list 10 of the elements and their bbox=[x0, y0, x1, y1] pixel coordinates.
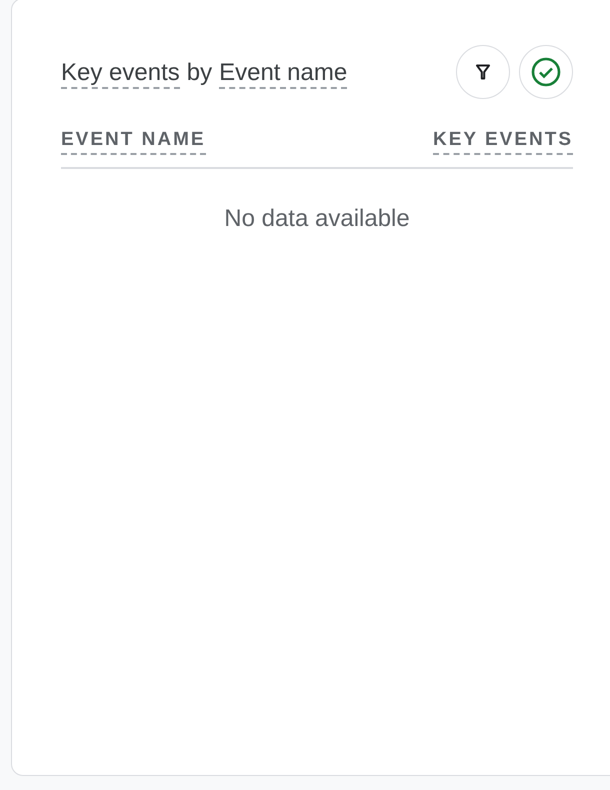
filter-button[interactable] bbox=[456, 45, 510, 99]
title-metric[interactable]: Key events bbox=[61, 59, 180, 89]
empty-message: No data available bbox=[224, 204, 410, 234]
title-text: by bbox=[186, 59, 212, 87]
column-header[interactable]: KEY EVENTS bbox=[432, 127, 573, 155]
title-metric[interactable]: Event name bbox=[219, 59, 348, 89]
check-circle-icon bbox=[531, 57, 561, 87]
column-header[interactable]: EVENT NAME bbox=[61, 127, 206, 155]
filter-icon bbox=[476, 64, 490, 80]
compare-button[interactable] bbox=[519, 45, 573, 99]
